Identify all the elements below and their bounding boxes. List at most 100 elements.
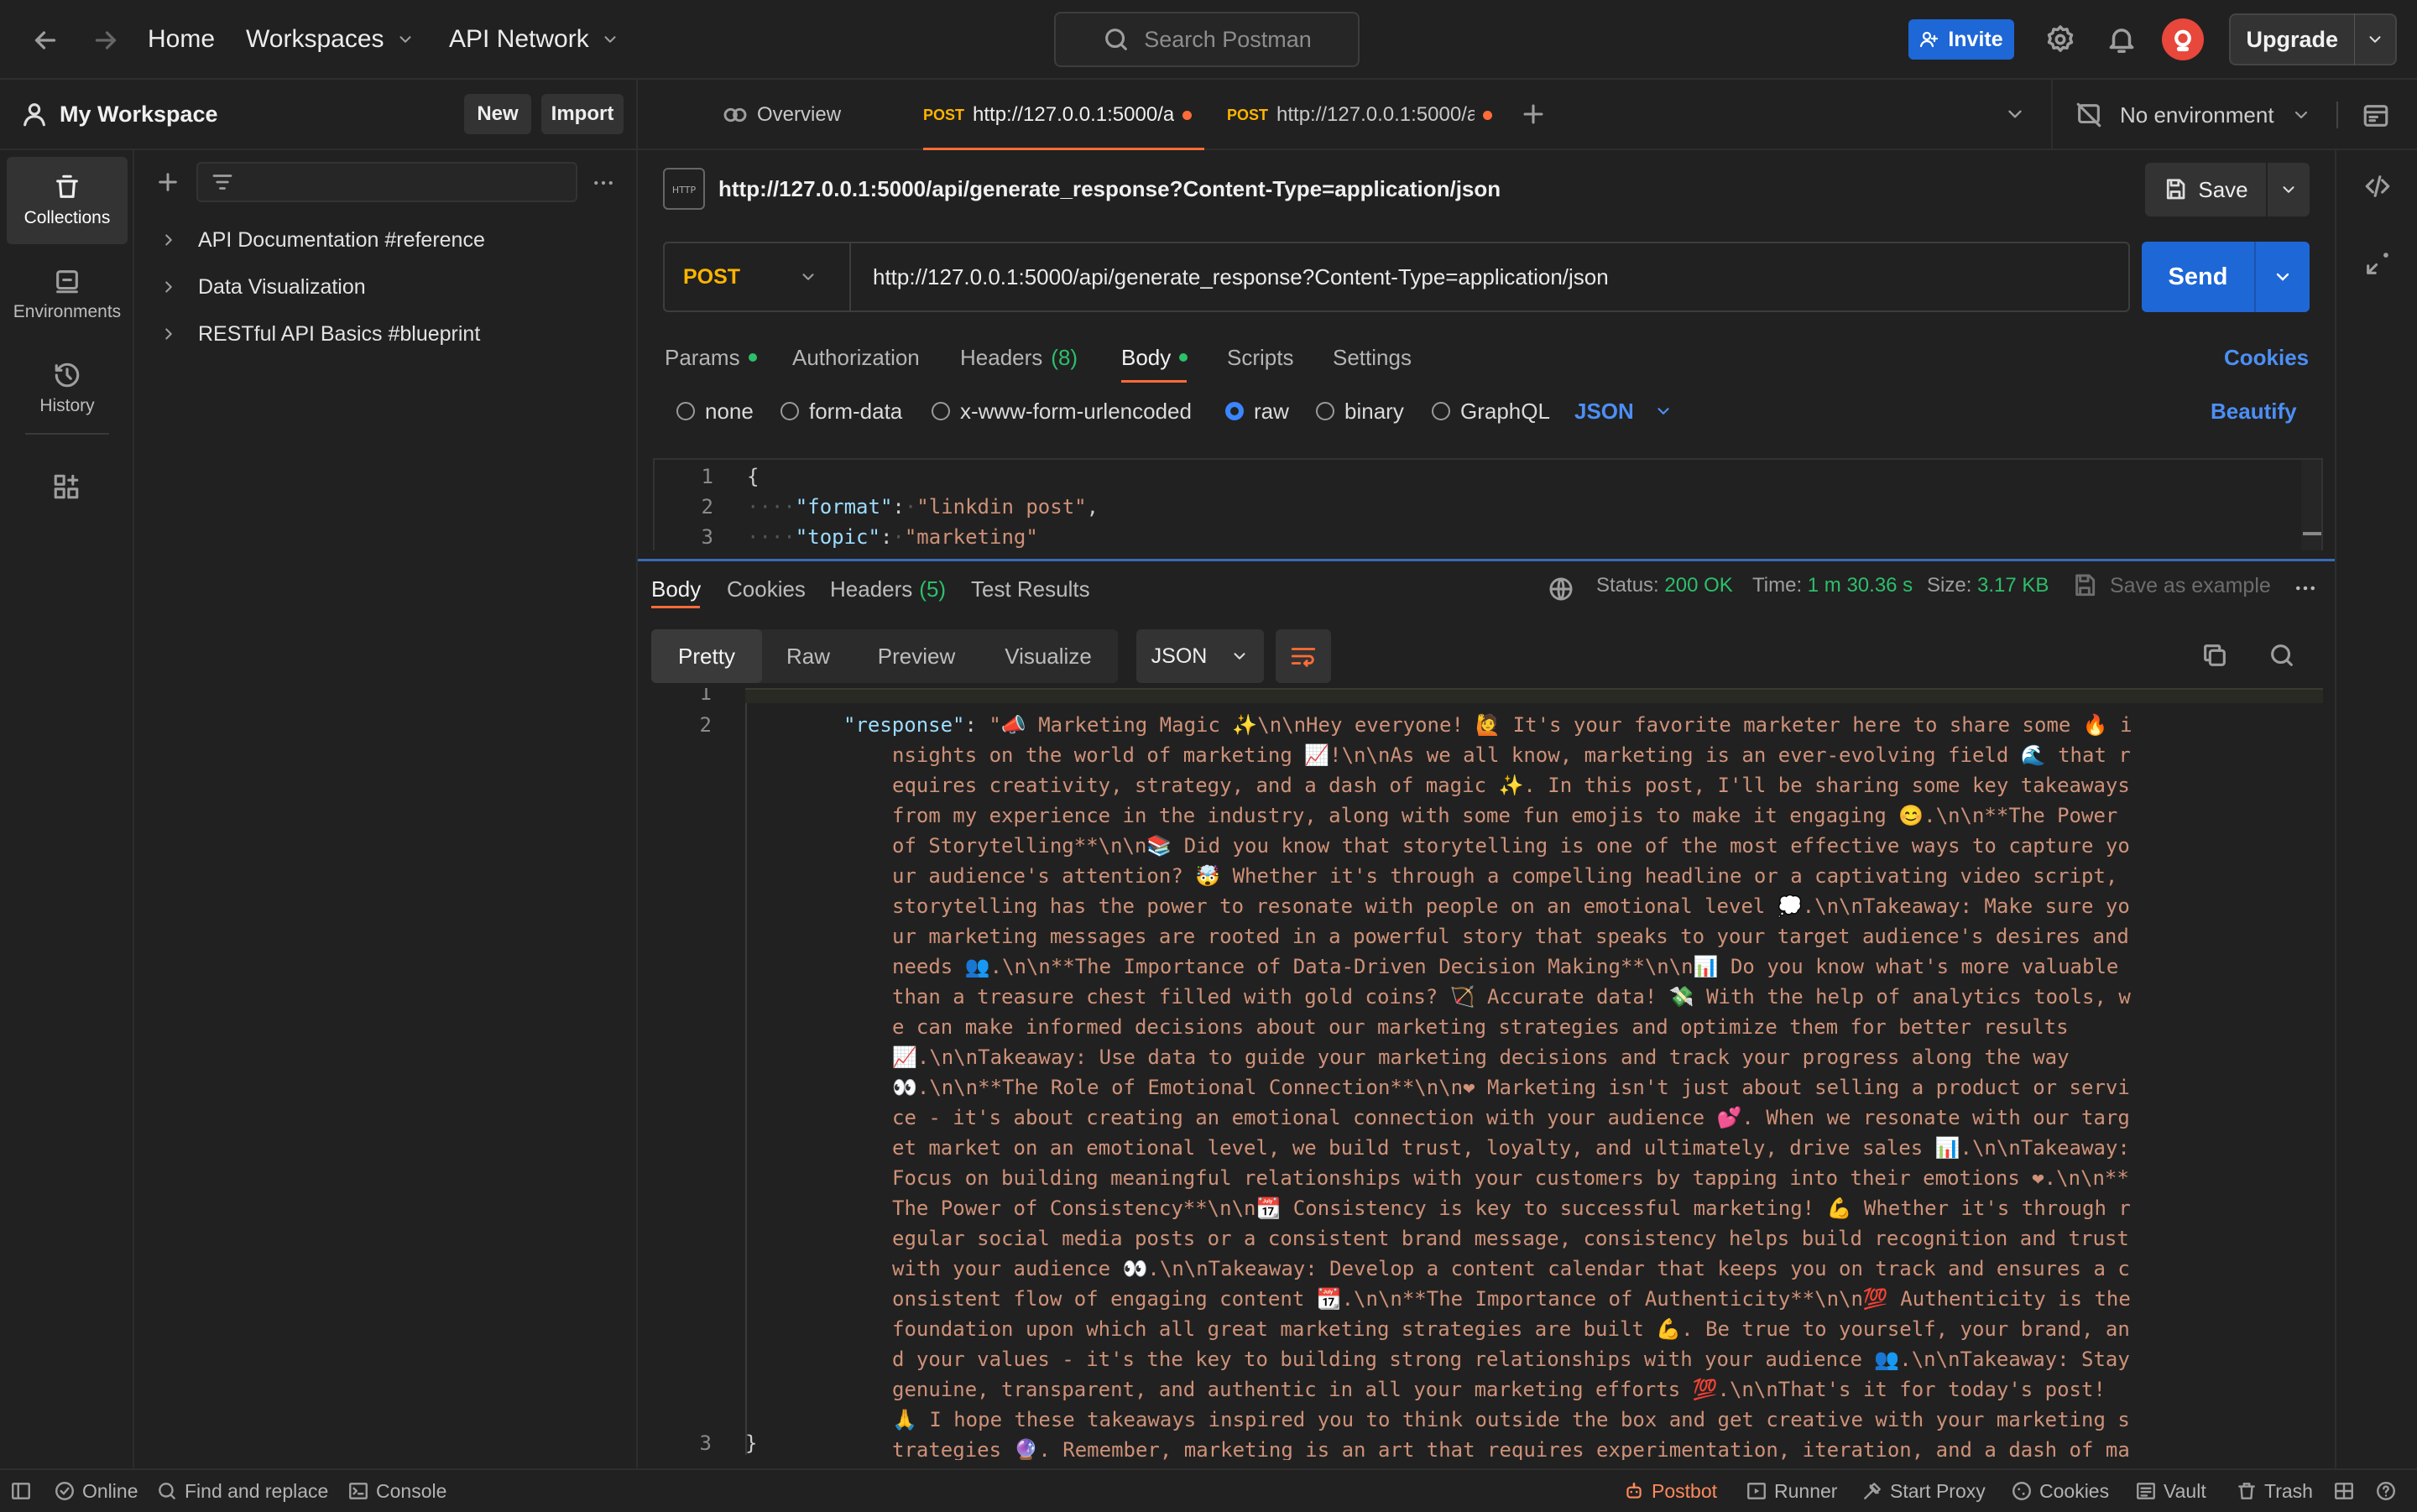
invite-button[interactable]: Invite — [1908, 19, 2014, 60]
radio-none[interactable]: none — [676, 394, 754, 428]
tab-request[interactable]: POST http://127.0.0.1:5000/a — [1227, 80, 1504, 150]
response-tab-body[interactable]: Body — [651, 571, 701, 608]
status-bar: Online Find and replace Console Postbot … — [0, 1468, 2417, 1510]
vault[interactable]: Vault — [2135, 1470, 2206, 1512]
notifications-bell-icon[interactable] — [2106, 23, 2138, 55]
response-time[interactable]: Time: 1 m 30.36 s — [1752, 574, 1913, 597]
scrollbar-thumb[interactable] — [2303, 532, 2321, 535]
response-tab-test-results[interactable]: Test Results — [971, 571, 1090, 607]
trash[interactable]: Trash — [2236, 1470, 2313, 1512]
view-pretty[interactable]: Pretty — [651, 629, 762, 683]
related-collections-icon[interactable] — [2363, 249, 2392, 278]
environment-quick-look-icon[interactable] — [2362, 102, 2390, 130]
sidebar-item-collections[interactable]: Collections — [7, 157, 128, 244]
tab-body[interactable]: Body — [1121, 332, 1188, 383]
online-status[interactable]: Online — [54, 1470, 138, 1512]
collection-item[interactable]: Data Visualization — [159, 266, 366, 308]
save-main[interactable]: Save — [2145, 177, 2266, 203]
postbot[interactable]: Postbot — [1623, 1470, 1717, 1512]
tab-params[interactable]: Params — [665, 332, 757, 383]
tab-scripts[interactable]: Scripts — [1227, 332, 1293, 383]
search-input[interactable]: Search Postman — [1054, 12, 1360, 67]
save-options-chevron-icon[interactable] — [2268, 180, 2310, 199]
radio-raw[interactable]: raw — [1225, 394, 1289, 428]
collection-item[interactable]: RESTful API Basics #blueprint — [159, 313, 480, 355]
avatar[interactable] — [2162, 18, 2204, 60]
back-arrow-icon[interactable] — [30, 25, 60, 55]
response-status[interactable]: Status: 200 OK — [1596, 574, 1733, 597]
add-collection-icon[interactable] — [154, 169, 181, 196]
environment-selector[interactable]: No environment — [2075, 80, 2311, 150]
request-body-editor[interactable]: 1 2 3 { ····"format":·"linkdin post", ··… — [653, 458, 2323, 550]
upgrade-button[interactable]: Upgrade — [2229, 13, 2397, 65]
network-globe-icon[interactable] — [1548, 576, 1574, 602]
forward-arrow-icon[interactable] — [91, 25, 121, 55]
tabs-overflow-chevron-icon[interactable] — [2004, 103, 2026, 125]
tab-overview[interactable]: Overview — [722, 80, 841, 150]
tab-authorization[interactable]: Authorization — [792, 332, 920, 383]
toggle-sidebar-icon[interactable] — [10, 1470, 32, 1512]
sidebar-item-environments[interactable]: Environments — [7, 251, 128, 338]
nav-home[interactable]: Home — [148, 25, 215, 54]
upgrade-chevron-icon[interactable] — [2355, 30, 2395, 49]
method-select[interactable]: POST — [665, 243, 851, 310]
tab-settings[interactable]: Settings — [1333, 332, 1412, 383]
save-as-example-button[interactable]: Save as example — [2071, 572, 2271, 599]
beautify-button[interactable]: Beautify — [2211, 394, 2297, 428]
response-more-options-icon[interactable] — [2293, 576, 2318, 601]
collection-filter-input[interactable] — [196, 162, 577, 202]
start-proxy[interactable]: Start Proxy — [1861, 1470, 1986, 1512]
more-options-icon[interactable] — [591, 170, 616, 196]
nav-workspaces[interactable]: Workspaces — [246, 25, 415, 54]
nav-api-network[interactable]: API Network — [449, 25, 619, 54]
collection-item[interactable]: API Documentation #reference — [159, 219, 485, 261]
svg-text:HTTP: HTTP — [672, 185, 697, 196]
line-highlight — [745, 688, 2323, 703]
save-as-example-label: Save as example — [2110, 573, 2271, 597]
find-and-replace[interactable]: Find and replace — [156, 1470, 328, 1512]
environments-icon — [56, 270, 78, 294]
response-format-select[interactable]: JSON — [1136, 629, 1264, 683]
new-button[interactable]: New — [464, 94, 531, 134]
configure-sidebar-icon[interactable] — [52, 472, 81, 501]
new-tab-plus-icon[interactable] — [1519, 100, 1548, 128]
response-tab-cookies[interactable]: Cookies — [727, 571, 806, 607]
line-number: 3 — [701, 525, 713, 549]
view-preview[interactable]: Preview — [854, 629, 979, 683]
body-format-select[interactable]: JSON — [1574, 394, 1673, 428]
editor-scrollbar[interactable] — [2301, 460, 2321, 550]
cookies[interactable]: Cookies — [2011, 1470, 2109, 1512]
search-placeholder: Search Postman — [1144, 26, 1312, 52]
request-title[interactable]: http://127.0.0.1:5000/api/generate_respo… — [718, 176, 1501, 202]
view-raw[interactable]: Raw — [762, 629, 854, 683]
search-response-icon[interactable] — [2268, 641, 2296, 670]
tab-request-active[interactable]: POST http://127.0.0.1:5000/a — [923, 80, 1204, 150]
settings-gear-icon[interactable] — [2044, 23, 2076, 55]
import-button[interactable]: Import — [541, 94, 624, 134]
send-options-chevron-icon[interactable] — [2256, 267, 2310, 287]
tab-headers[interactable]: Headers (8) — [960, 332, 1078, 383]
response-size[interactable]: Size: 3.17 KB — [1927, 574, 2049, 597]
cookies-link[interactable]: Cookies — [2224, 332, 2309, 383]
copy-icon[interactable] — [2200, 641, 2229, 670]
radio-binary[interactable]: binary — [1316, 394, 1404, 428]
response-resize-divider[interactable] — [638, 559, 2335, 561]
radio-graphql[interactable]: GraphQL — [1432, 394, 1550, 428]
send-button[interactable]: Send — [2142, 242, 2310, 312]
console[interactable]: Console — [347, 1470, 446, 1512]
send-label: Send — [2168, 263, 2228, 290]
url-input[interactable]: http://127.0.0.1:5000/api/generate_respo… — [851, 264, 1609, 290]
save-button[interactable]: Save — [2145, 163, 2310, 216]
response-body[interactable]: 1 2 "response": "📣 Marketing Magic ✨\n\n… — [653, 688, 2323, 1460]
radio-label: form-data — [809, 398, 903, 424]
layout-toggle-icon[interactable] — [2333, 1470, 2355, 1512]
sidebar-item-history[interactable]: History — [7, 345, 128, 432]
runner[interactable]: Runner — [1746, 1470, 1837, 1512]
help-icon[interactable] — [2375, 1470, 2397, 1512]
view-visualize[interactable]: Visualize — [979, 629, 1118, 683]
code-snippet-icon[interactable] — [2363, 172, 2392, 201]
radio-form-data[interactable]: form-data — [780, 394, 902, 428]
radio-urlencoded[interactable]: x-www-form-urlencoded — [932, 394, 1192, 428]
wrap-lines-button[interactable] — [1276, 629, 1331, 683]
response-tab-headers[interactable]: Headers (5) — [830, 571, 946, 607]
